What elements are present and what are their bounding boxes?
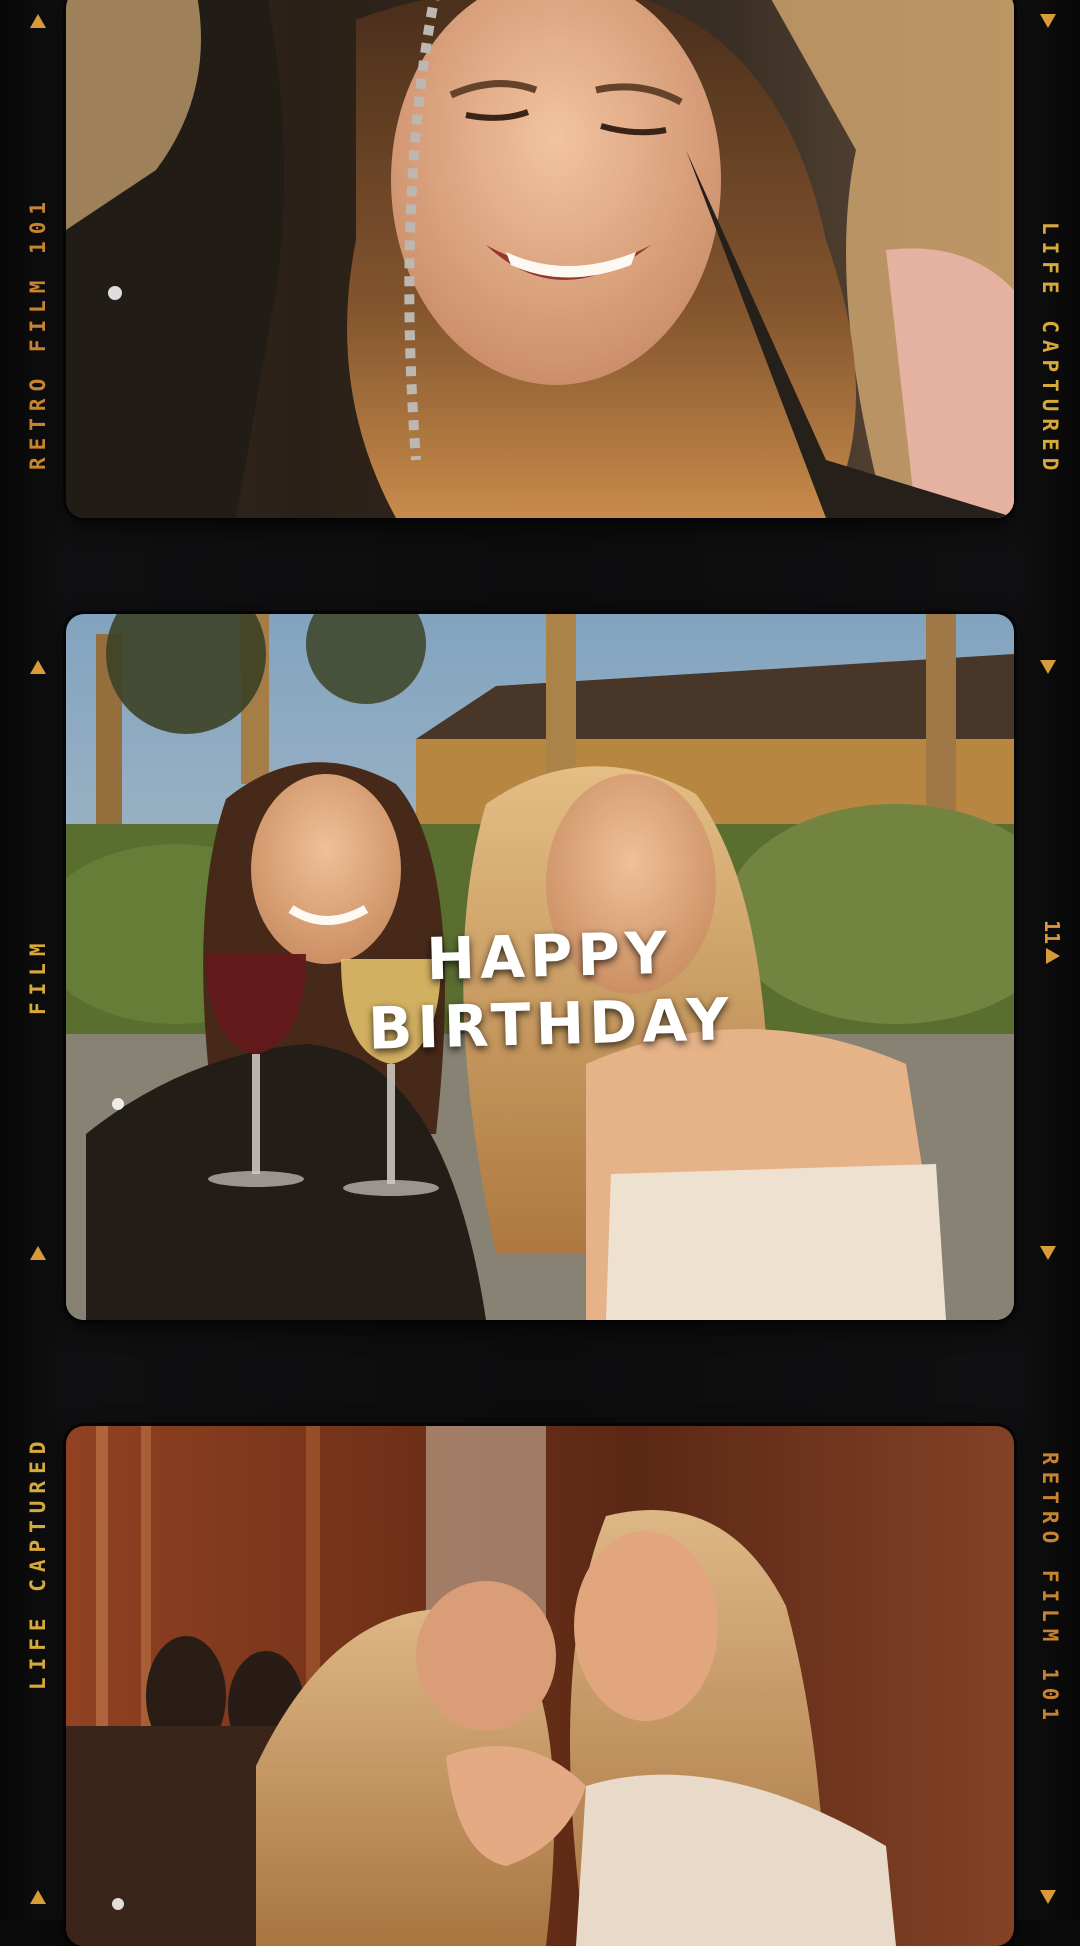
edge-label-retro-film-right: RETRO FILM 101	[1038, 1452, 1062, 1728]
edge-label-life-captured-right: LIFE CAPTURED	[1038, 222, 1062, 478]
film-marker-triangle	[30, 14, 46, 28]
film-marker-triangle	[1040, 14, 1056, 28]
film-marker-triangle	[30, 1890, 46, 1904]
edge-label-life-captured-left: LIFE CAPTURED	[26, 1434, 50, 1690]
film-marker-triangle	[1046, 948, 1060, 964]
edge-label-film-left: FILM	[26, 936, 50, 1015]
film-marker-triangle	[30, 1246, 46, 1260]
film-marker-triangle	[1040, 1890, 1056, 1904]
photo-frame-selfie	[66, 0, 1014, 518]
dust-speck	[112, 1098, 124, 1110]
photo-frame-restaurant	[66, 1426, 1014, 1946]
edge-label-retro-film-left: RETRO FILM 101	[26, 194, 50, 470]
restaurant-photo	[66, 1426, 1014, 1946]
happy-birthday-headline: HAPPY BIRTHDAY	[367, 918, 735, 1063]
selfie-photo	[66, 0, 1014, 518]
film-marker-triangle	[1040, 660, 1056, 674]
dust-speck	[112, 1898, 124, 1910]
dust-speck	[108, 286, 122, 300]
film-marker-triangle	[1040, 1246, 1056, 1260]
film-marker-triangle	[30, 660, 46, 674]
edge-frame-number: 11	[1040, 920, 1064, 945]
